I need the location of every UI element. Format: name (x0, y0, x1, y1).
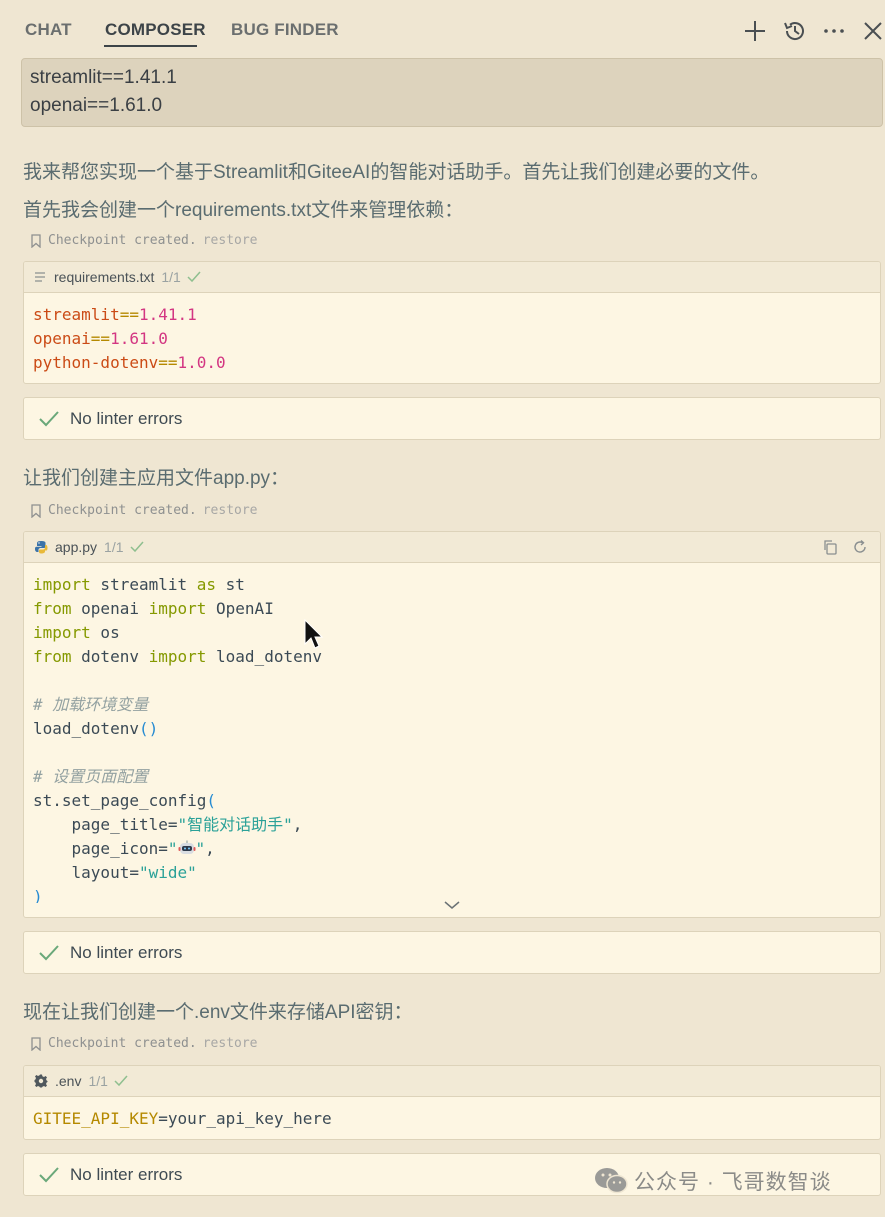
code-line: st.set_page_config( (33, 791, 217, 810)
checkpoint: Checkpoint created. restore (30, 503, 258, 518)
code-body: import streamlit as st from openai import… (24, 563, 880, 903)
code-card-requirements: requirements.txt 1/1 streamlit==1.41.1 op… (23, 261, 881, 384)
code-line: openai==1.61.0 (30, 95, 163, 116)
file-name: .env (55, 1073, 82, 1089)
code-line: streamlit==1.41.1 (30, 67, 177, 88)
code-card-app: app.py 1/1 import streamlit as st from op… (23, 531, 881, 918)
code-line: openai==1.61.0 (33, 329, 168, 348)
code-line: page_title="智能对话助手", (33, 815, 303, 834)
tab-bug-finder[interactable]: BUG FINDER (231, 20, 339, 40)
code-line: page_icon=" ", (33, 839, 215, 858)
file-ratio: 1/1 (88, 1073, 108, 1089)
code-line: streamlit==1.41.1 (33, 305, 197, 324)
linter-text: No linter errors (70, 408, 183, 428)
linter-status: No linter errors (23, 931, 881, 974)
checkpoint-text: Checkpoint created. (48, 233, 197, 248)
linter-status: No linter errors (23, 397, 881, 440)
mouse-cursor-icon (304, 619, 324, 649)
file-ratio: 1/1 (161, 269, 181, 285)
code-body: GITEE_API_KEY=your_api_key_here (24, 1097, 880, 1131)
copy-icon[interactable] (822, 539, 838, 555)
assistant-message: 让我们创建主应用文件app.py： (23, 468, 290, 489)
checkpoint: Checkpoint created. restore (30, 1036, 258, 1051)
code-card-header[interactable]: requirements.txt 1/1 (24, 262, 880, 293)
check-icon (39, 410, 59, 426)
code-line: import streamlit as st (33, 575, 245, 594)
code-line: GITEE_API_KEY=your_api_key_here (33, 1109, 332, 1128)
code-line: layout="wide" (33, 863, 197, 882)
tab-composer[interactable]: COMPOSER (105, 20, 206, 40)
robot-emoji-icon (178, 840, 195, 854)
checkpoint-text: Checkpoint created. (48, 503, 197, 518)
text-file-icon (35, 272, 45, 282)
code-line: # 加载环境变量 (33, 695, 149, 714)
composer-header: CHAT COMPOSER BUG FINDER (0, 0, 885, 58)
python-icon (35, 541, 48, 554)
history-icon[interactable] (782, 18, 808, 44)
active-tab-indicator (104, 45, 197, 47)
assistant-message: 首先我会创建一个requirements.txt文件来管理依赖： (23, 200, 464, 221)
check-icon (129, 541, 144, 553)
code-card-header[interactable]: app.py 1/1 (24, 532, 880, 563)
restore-link[interactable]: restore (203, 503, 258, 518)
bookmark-icon (31, 503, 41, 518)
checkpoint-text: Checkpoint created. (48, 1036, 197, 1051)
more-icon[interactable] (821, 18, 847, 44)
code-line: import os (33, 623, 120, 642)
assistant-message: 现在让我们创建一个.env文件来存储API密钥： (23, 1002, 413, 1023)
linter-text: No linter errors (70, 1164, 183, 1184)
code-body: streamlit==1.41.1 openai==1.61.0 python-do… (24, 293, 880, 375)
watermark-text: 公众号 · 飞哥数智谈 (634, 1171, 832, 1194)
code-line: load_dotenv() (33, 719, 159, 738)
watermark: 公众号 · 飞哥数智谈 (594, 1166, 832, 1196)
tab-chat[interactable]: CHAT (25, 20, 72, 40)
restore-link[interactable]: restore (203, 1036, 258, 1051)
wechat-icon (595, 1168, 628, 1194)
gear-icon (34, 1074, 48, 1088)
refresh-icon[interactable] (852, 539, 868, 555)
bookmark-icon (31, 1036, 41, 1051)
check-icon (39, 1166, 59, 1182)
close-icon[interactable] (860, 18, 885, 44)
plus-icon[interactable] (742, 18, 768, 44)
code-line: from dotenv import load_dotenv (33, 647, 322, 666)
code-card-env: .env 1/1 GITEE_API_KEY=your_api_key_here (23, 1065, 881, 1140)
check-icon (114, 1075, 128, 1087)
code-line: python-dotenv==1.0.0 (33, 353, 226, 372)
expand-chevron-icon[interactable] (443, 900, 461, 910)
code-card-header[interactable]: .env 1/1 (24, 1066, 880, 1097)
restore-link[interactable]: restore (203, 233, 258, 248)
linter-text: No linter errors (70, 942, 183, 962)
checkpoint: Checkpoint created. restore (30, 233, 258, 248)
previous-code-block: streamlit==1.41.1 openai==1.61.0 (21, 58, 883, 127)
assistant-message: 我来帮您实现一个基于Streamlit和GiteeAI的智能对话助手。首先让我们… (23, 162, 770, 183)
check-icon (39, 944, 59, 960)
file-ratio: 1/1 (104, 539, 124, 555)
code-line: from openai import OpenAI (33, 599, 274, 618)
code-line: # 设置页面配置 (33, 767, 149, 786)
bookmark-icon (31, 233, 41, 248)
file-name: app.py (55, 539, 98, 555)
file-name: requirements.txt (54, 269, 155, 285)
check-icon (187, 271, 201, 283)
